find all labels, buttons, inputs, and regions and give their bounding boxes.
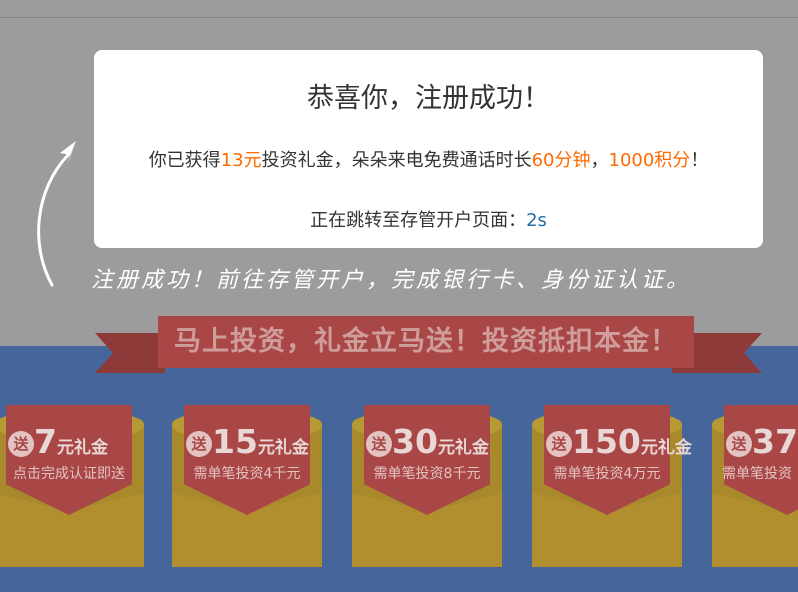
redirect-text: 正在跳转至存管开户页面：: [310, 210, 527, 231]
success-modal: 恭喜你，注册成功！ 你已获得13元投资礼金，朵朵来电免费通话时长60分钟，100…: [94, 50, 763, 248]
gift-unit: 元礼金: [257, 438, 309, 458]
reward-message: 你已获得13元投资礼金，朵朵来电免费通话时长60分钟，1000积分！: [94, 146, 763, 172]
gift-card[interactable]: 送 30元礼金 需单笔投资8千元: [352, 397, 502, 567]
gift-amount: 30元礼金: [392, 422, 489, 461]
gift-amount-value: 375: [752, 422, 798, 461]
gift-badge: 送: [186, 431, 212, 457]
gift-amount: 375: [752, 422, 798, 461]
modal-title: 恭喜你，注册成功！: [307, 83, 550, 114]
ribbon-left-tail: [95, 333, 165, 373]
msg-part-1: 你已获得: [148, 150, 221, 171]
registration-hint: 注册成功！前往存管开户，完成银行卡、身份证认证。: [91, 268, 692, 293]
gift-amount-value: 7: [34, 422, 57, 461]
gift-unit: 元礼金: [640, 438, 692, 458]
redirect-notice: 正在跳转至存管开户页面：2s: [94, 206, 763, 232]
gift-amount-value: 150: [572, 422, 641, 461]
gift-amount: 150元礼金: [572, 422, 692, 461]
invest-banner: 马上投资，礼金立马送！投资抵扣本金！: [158, 316, 694, 368]
gift-card[interactable]: 送 150元礼金 需单笔投资4万元: [532, 397, 692, 567]
gift-condition: 需单笔投资: [722, 466, 792, 482]
gift-condition: 点击完成认证即送: [13, 466, 125, 482]
countdown-timer: 2s: [526, 210, 547, 231]
reward-amount: 13元: [220, 150, 262, 171]
gift-card[interactable]: 送 15元礼金 需单笔投资4千元: [172, 397, 322, 567]
gift-badge: 送: [8, 431, 34, 457]
gift-badge: 送: [546, 431, 572, 457]
top-divider: [0, 17, 798, 18]
gift-card[interactable]: 送 375 需单笔投资: [712, 397, 798, 567]
gift-amount-value: 15: [212, 422, 258, 461]
msg-part-2: 投资礼金，朵朵来电免费通话时长: [261, 150, 532, 171]
msg-part-3: ，: [590, 150, 609, 171]
gift-badge: 送: [726, 431, 752, 457]
curved-arrow-icon: [37, 141, 76, 287]
gift-amount: 7元礼金: [34, 422, 108, 461]
call-minutes: 60分钟: [531, 150, 591, 171]
gift-badge: 送: [366, 431, 392, 457]
gift-condition: 需单笔投资4万元: [553, 466, 661, 482]
gift-unit: 元礼金: [56, 438, 108, 458]
gift-card[interactable]: 送 7元礼金 点击完成认证即送: [0, 397, 144, 567]
gift-amount: 15元礼金: [212, 422, 309, 461]
gift-condition: 需单笔投资4千元: [193, 466, 301, 482]
reward-points: 1000积分: [608, 150, 691, 171]
gift-unit: 元礼金: [437, 438, 489, 458]
gift-condition: 需单笔投资8千元: [373, 466, 481, 482]
gift-amount-value: 30: [392, 422, 438, 461]
msg-part-4: ！: [690, 150, 709, 171]
